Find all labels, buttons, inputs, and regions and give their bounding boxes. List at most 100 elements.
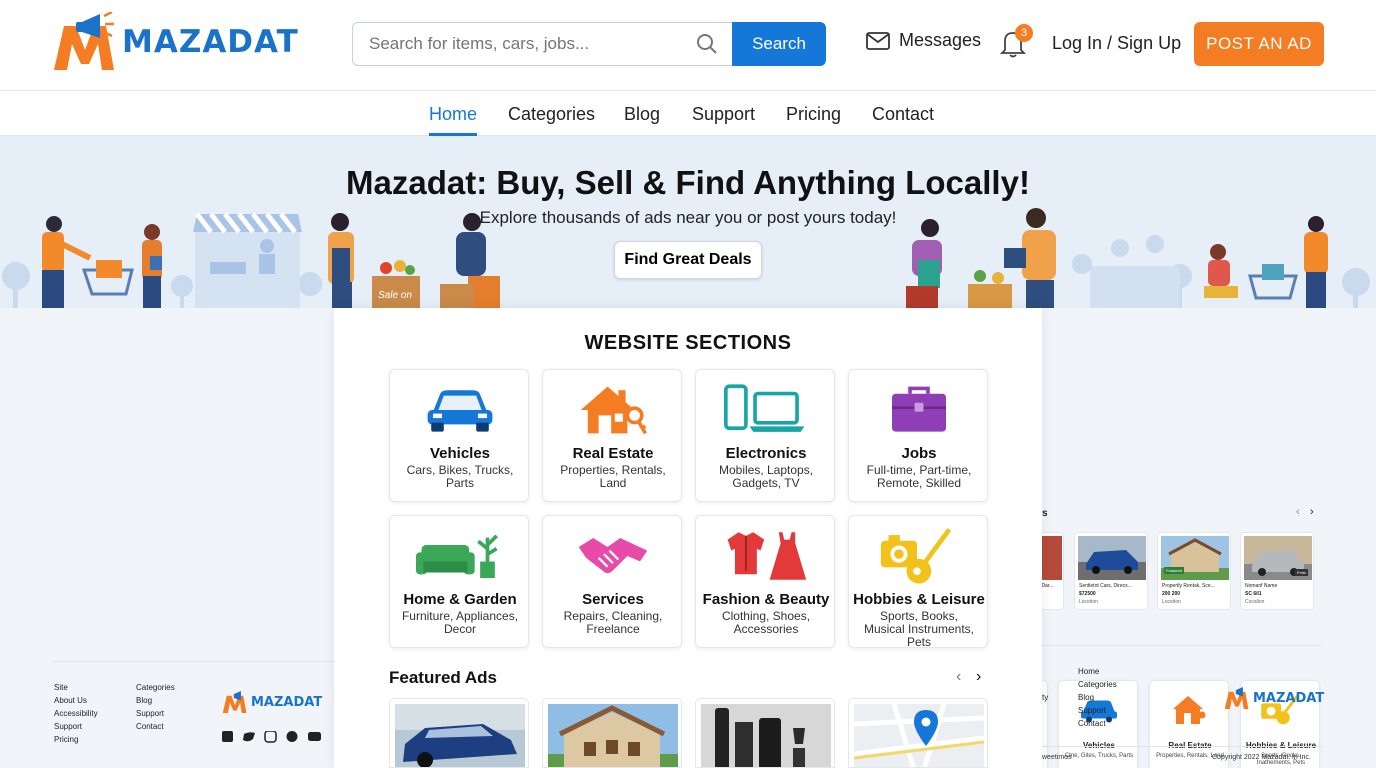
copyright: Copyright 2022 Mazadat. in Inc. [1212,754,1311,761]
nav-support[interactable]: Support [692,104,755,125]
divider [1042,746,1322,747]
website-sections-panel: WEBSITE SECTIONS Vehicles Cars, Bikes, T… [334,308,1042,768]
ad-card[interactable]: Sentletot Cars, Direcs... $72500 Locetio… [1074,532,1148,610]
category-card-services[interactable]: Services Repairs, Cleaning, Freelance [542,515,682,648]
card-subtitle: Sports, Books, Musical Instruments, Pets [863,609,975,649]
messages-link[interactable]: Messages [866,30,981,51]
ad-price: 200 200 [1162,591,1181,597]
briefcase-icon [892,386,946,432]
instagram-icon[interactable] [264,731,277,743]
nav-contact[interactable]: Contact [872,104,934,125]
nav-blog[interactable]: Blog [624,104,660,125]
house-icon [1173,696,1206,724]
footer-link[interactable]: Accessibility [54,707,98,720]
footer-logo: MAZADAT [222,690,322,714]
ad-title: Nomanf Name [1245,583,1278,589]
footer-link[interactable]: Support [54,720,98,733]
ad-card[interactable]: Featured Propertly Rentak, Sce... 200 20… [1157,532,1231,610]
social-icons [222,731,321,743]
sections-title: WEBSITE SECTIONS [584,332,792,354]
footer-logo: MAZADAT [1224,686,1324,710]
card-subtitle: Mobiles, Laptops, Gadgets, TV [718,463,814,490]
logo-text: MAZADAT [122,24,299,60]
next-arrow[interactable]: › [1310,506,1314,518]
footer-partial-text: ty [1042,693,1049,702]
footer-logo-text: MAZADAT [251,694,323,710]
hero-banner: Sale on Mazadat: Buy, Sell & Find Anythi… [0,136,1376,308]
search-bar: Search [352,22,826,66]
footer-link[interactable]: Categories [1078,678,1117,691]
main-nav: Home Categories Blog Support Pricing Con… [0,91,1376,136]
nav-categories[interactable]: Categories [508,104,595,125]
footer-link[interactable]: Pricing [54,733,98,746]
right-footer-links: Home Categories Blog Support Contact [1078,665,1117,730]
footer-link[interactable]: Blog [1078,691,1117,704]
house-photo [548,704,678,767]
featured-prev-arrow[interactable]: ‹ [956,668,961,686]
footer-link[interactable]: Contact [136,720,175,733]
card-subtitle: Repairs, Cleaning, Freelance [563,609,663,636]
card-title: Jobs [901,445,937,462]
ad-location: Locetion [1079,599,1098,605]
category-card-vehicles[interactable]: Vehicles Cars, Bikes, Trucks, Parts [389,369,529,502]
youtube-icon[interactable] [308,732,321,741]
ad-title: Propertly Rentak, Sce... [1162,583,1215,589]
card-subtitle: Cars, Bikes, Trucks, Parts [406,463,514,490]
clothing-icon [727,532,807,580]
card-subtitle: Properties, Rentals, Land [560,463,666,490]
house-key-icon [580,386,647,435]
category-card-jobs[interactable]: Jobs Full-time, Part-time, Remote, Skill… [848,369,988,502]
left-footer-col2: Categories Blog Support Contact [136,681,175,733]
search-icon[interactable] [696,33,718,55]
category-card-real-estate[interactable]: Real Estate Properties, Rentals, Land [542,369,682,502]
footer-link[interactable]: Blog [136,694,175,707]
find-deals-button[interactable]: Find Great Deals [614,241,762,279]
ad-price: SC 6il1 [1245,591,1262,597]
ad-price: $72500 [1079,591,1096,597]
category-card-electronics[interactable]: Electronics Mobiles, Laptops, Gadgets, T… [695,369,835,502]
ad-location: Locetion [1162,599,1181,605]
footer-link[interactable]: Home [1078,665,1117,678]
footer-link[interactable]: Support [136,707,175,720]
featured-ad-electronics[interactable] [695,698,835,768]
electronics-photo [701,704,831,767]
search-button[interactable]: Search [732,22,826,66]
twitter-icon[interactable] [243,732,255,742]
map-icon [854,704,984,767]
pinterest-icon[interactable] [286,731,298,742]
featured-ad-car[interactable] [389,698,529,768]
search-input[interactable] [352,22,732,66]
devices-icon [724,384,805,432]
section-heading-partial: s [1042,508,1048,519]
envelope-icon [866,31,890,50]
category-card-fashion-beauty[interactable]: Fashion & Beauty Clothing, Shoes, Access… [695,515,835,648]
login-signup-link[interactable]: Log In / Sign Up [1052,33,1181,54]
shop-sign-text: Sale on [378,290,412,301]
post-ad-button[interactable]: POST AN AD [1194,22,1324,66]
nav-pricing[interactable]: Pricing [786,104,841,125]
nav-home[interactable]: Home [429,104,478,136]
ad-card[interactable]: Fmtc Nomanf Name SC 6il1 Cocalion [1240,532,1314,610]
car-photo [395,704,525,767]
prev-arrow[interactable]: ‹ [1296,506,1300,518]
featured-next-arrow[interactable]: › [976,668,981,686]
featured-ad-house[interactable] [542,698,682,768]
footer-link[interactable]: Site [54,681,98,694]
category-card-home-garden[interactable]: Home & Garden Furniture, Appliances, Dec… [389,515,529,648]
card-title: Home & Garden [403,591,517,608]
megaphone-m-icon [54,12,114,70]
logo[interactable]: MAZADAT [52,12,299,72]
category-card-hobbies-leisure[interactable]: Hobbies & Leisure Sports, Books, Musical… [848,515,988,649]
camera-guitar-icon [880,527,952,584]
background-page-right: Vehicles Ctne, Gites, Trucks, Parts Real… [1032,308,1376,768]
featured-ad-map[interactable] [848,698,988,768]
footer-link[interactable]: Contact [1078,717,1117,730]
background-page-left: Site About Us Accessibility Support Pric… [0,308,334,768]
footer-link[interactable]: Categories [136,681,175,694]
megaphone-m-icon [1224,686,1249,710]
facebook-icon[interactable] [222,731,233,742]
footer-link[interactable]: Support [1078,704,1117,717]
footer-link[interactable]: About Us [54,694,98,707]
card-title: Services [582,591,644,608]
card-title: Real Estate [572,445,654,462]
